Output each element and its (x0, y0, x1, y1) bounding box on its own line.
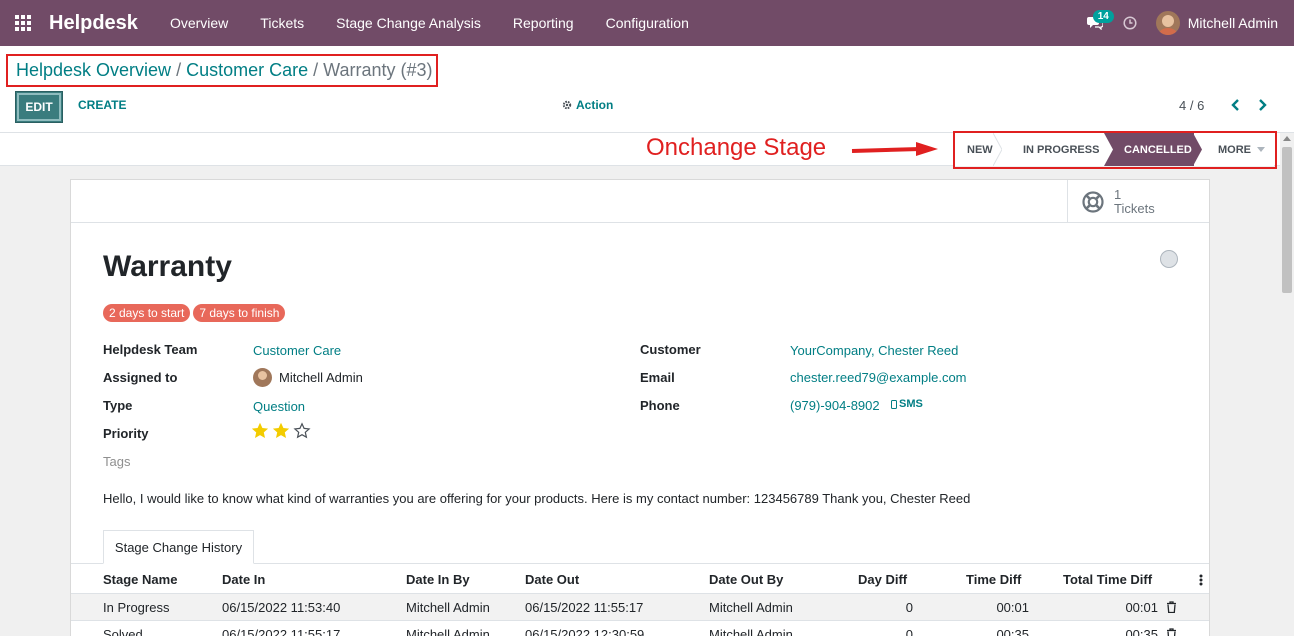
customer-value[interactable]: YourCompany, Chester Reed (790, 343, 958, 358)
star-filled-icon[interactable] (272, 422, 290, 439)
edit-button[interactable]: EDIT (15, 91, 63, 123)
menu-stage-change-analysis[interactable]: Stage Change Analysis (320, 0, 497, 46)
sms-button[interactable]: SMS (891, 398, 923, 410)
cell-stage-name: In Progress (103, 600, 170, 615)
column-header[interactable]: Date In By (406, 572, 470, 587)
trash-icon[interactable] (1166, 628, 1177, 636)
app-brand[interactable]: Helpdesk (49, 12, 138, 35)
cell-date-in: 06/15/2022 11:53:40 (222, 600, 341, 615)
gear-icon (562, 100, 572, 110)
cell-time-diff: 00:35 (996, 627, 1029, 636)
page-scrollbar[interactable] (1280, 133, 1294, 636)
tickets-label: Tickets (1114, 200, 1155, 216)
star-filled-icon[interactable] (251, 422, 269, 439)
cell-date-in-by: Mitchell Admin (406, 627, 490, 636)
user-name: Mitchell Admin (1187, 15, 1278, 31)
column-header[interactable]: Stage Name (103, 572, 177, 587)
tickets-smart-button[interactable]: 1 Tickets (1067, 180, 1209, 223)
cell-date-out: 06/15/2022 12:30:59 (525, 627, 645, 636)
phone-value[interactable]: (979)-904-8902 (790, 398, 880, 413)
sla-badge: 7 days to finish (193, 304, 286, 322)
optional-columns-icon[interactable] (1199, 574, 1203, 586)
chat-icon[interactable]: 14 (1080, 0, 1114, 46)
kanban-state-indicator[interactable] (1160, 250, 1178, 268)
email-value[interactable]: chester.reed79@example.com (790, 370, 967, 385)
cell-date-in: 06/15/2022 11:55:17 (222, 627, 341, 636)
sms-label: SMS (899, 398, 923, 410)
assignee-avatar (253, 368, 272, 387)
phone-label: Phone (640, 398, 680, 413)
stage-highlight-box (953, 131, 1277, 169)
menu-configuration[interactable]: Configuration (590, 0, 705, 46)
sla-badge: 2 days to start (103, 304, 191, 322)
mobile-icon (891, 399, 897, 409)
cell-date-out-by: Mitchell Admin (709, 627, 793, 636)
column-header[interactable]: Time Diff (966, 572, 1021, 587)
pager-next-button[interactable] (1256, 96, 1270, 114)
sla-badges: 2 days to start 7 days to finish (103, 304, 286, 322)
chevron-left-icon (1231, 99, 1239, 111)
action-label: Action (576, 98, 614, 112)
scroll-up-arrow-icon[interactable] (1283, 136, 1291, 141)
main-menu: Overview Tickets Stage Change Analysis R… (154, 0, 705, 46)
menu-reporting[interactable]: Reporting (497, 0, 590, 46)
tickets-count: 1 (1114, 186, 1122, 202)
cell-stage-name: Solved (103, 627, 143, 636)
column-header[interactable]: Total Time Diff (1063, 572, 1152, 587)
trash-icon[interactable] (1166, 601, 1177, 613)
type-label: Type (103, 398, 133, 413)
customer-label: Customer (640, 342, 701, 357)
chevron-right-icon (1259, 99, 1267, 111)
chat-count-badge: 14 (1092, 10, 1114, 23)
scrollbar-thumb[interactable] (1282, 147, 1292, 293)
user-menu[interactable]: Mitchell Admin (1155, 11, 1278, 35)
cell-total-time-diff: 00:01 (1125, 600, 1158, 615)
annotation-arrow-icon (851, 142, 938, 156)
onchange-stage-annotation: Onchange Stage (646, 134, 827, 161)
email-label: Email (640, 370, 675, 385)
tab-stage-change-history[interactable]: Stage Change History (103, 530, 254, 564)
type-value[interactable]: Question (253, 399, 305, 414)
form-sheet: 1 Tickets Warranty 2 days to start 7 day… (70, 179, 1210, 636)
life-ring-icon (1082, 190, 1104, 213)
activity-clock-icon[interactable] (1110, 16, 1150, 30)
column-header[interactable]: Date In (222, 572, 265, 587)
cell-date-in-by: Mitchell Admin (406, 600, 490, 615)
action-menu-button[interactable]: Action (562, 98, 613, 112)
cell-total-time-diff: 00:35 (1125, 627, 1158, 636)
column-header[interactable]: Day Diff (858, 572, 907, 587)
tags-field[interactable]: Tags (103, 454, 130, 469)
user-avatar (1155, 11, 1180, 35)
top-navbar: Helpdesk Overview Tickets Stage Change A… (0, 0, 1294, 46)
assigned-to-value[interactable]: Mitchell Admin (279, 370, 363, 385)
helpdesk-team-label: Helpdesk Team (103, 342, 198, 357)
menu-tickets[interactable]: Tickets (244, 0, 320, 46)
cell-date-out: 06/15/2022 11:55:17 (525, 600, 644, 615)
star-empty-icon[interactable] (293, 422, 311, 439)
history-table-header: Stage Name Date In Date In By Date Out D… (71, 566, 1209, 594)
assigned-to-label: Assigned to (103, 370, 178, 385)
table-row[interactable]: In Progress 06/15/2022 11:53:40 Mitchell… (71, 594, 1209, 621)
cell-day-diff: 0 (905, 600, 913, 615)
pager-previous-button[interactable] (1228, 96, 1242, 114)
create-button[interactable]: CREATE (78, 98, 126, 112)
column-header[interactable]: Date Out By (709, 572, 783, 587)
cell-date-out-by: Mitchell Admin (709, 600, 793, 615)
column-header[interactable]: Date Out (525, 572, 579, 587)
priority-label: Priority (103, 426, 149, 441)
menu-overview[interactable]: Overview (154, 0, 244, 46)
ticket-description[interactable]: Hello, I would like to know what kind of… (103, 491, 970, 506)
apps-menu-icon[interactable] (0, 0, 46, 46)
control-panel: Helpdesk Overview / Customer Care / Warr… (0, 46, 1294, 133)
cell-time-diff: 00:01 (996, 600, 1029, 615)
table-row[interactable]: Solved 06/15/2022 11:55:17 Mitchell Admi… (71, 621, 1209, 636)
pager-value: 4 / 6 (1179, 98, 1205, 113)
button-box: 1 Tickets (71, 180, 1209, 223)
breadcrumb-highlight-box (6, 54, 438, 87)
helpdesk-team-value[interactable]: Customer Care (253, 343, 341, 358)
cell-day-diff: 0 (905, 627, 913, 636)
ticket-title: Warranty (103, 250, 232, 283)
priority-widget[interactable] (251, 422, 311, 439)
